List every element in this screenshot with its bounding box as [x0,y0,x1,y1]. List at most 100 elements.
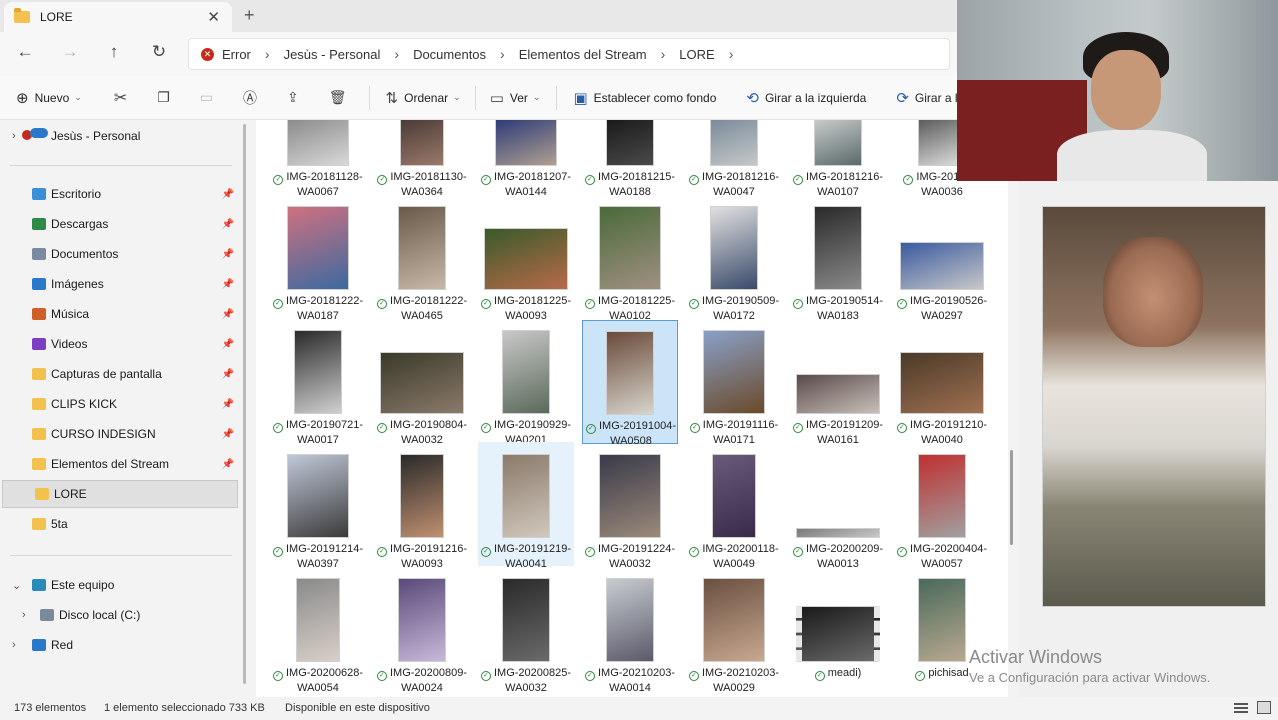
file-item[interactable]: ✓ IMG-20190721- WA0017 [270,320,366,446]
file-item[interactable]: ✓ IMG-20190804- WA0032 [374,320,470,446]
image-thumbnail [287,120,349,166]
file-item[interactable]: ✓ IMG-20191209- WA0161 [790,320,886,446]
rotate-right-button[interactable]: ⟳ Girar a la [896,89,964,107]
chevron-right-icon[interactable]: › [22,609,26,621]
sidebar-item-label: Capturas de pantalla [51,367,162,381]
file-item[interactable]: ✓ IMG-20181216- WA0047 [686,120,782,198]
details-view-icon[interactable] [1234,701,1248,714]
grid-scrollbar[interactable] [1010,450,1013,545]
breadcrumb-separator[interactable]: › [265,46,270,62]
file-name: ✓ IMG-20181130- WA0364 [374,170,470,199]
file-item[interactable]: ✓ IMG-20200118- WA0049 [686,442,782,570]
sort-button-label: Ordenar [404,90,449,105]
view-button[interactable]: ▭ Ver ⌄ [490,89,541,107]
file-item[interactable]: ✓ IMG-20200209- WA0013 [790,442,886,570]
sidebar-item-this-pc[interactable]: ⌄ Este equipo [0,571,238,599]
share-icon[interactable]: ⇪ [287,89,299,106]
file-item[interactable]: ✓ IMG-20190509- WA0172 [686,198,782,322]
sidebar-item-m-sica[interactable]: Música 📌 [0,300,238,328]
file-item[interactable]: ✓ IMG-20191210- WA0040 [894,320,990,446]
file-item[interactable]: ✓ IMG-20200809- WA0024 [374,566,470,694]
file-name: ✓ IMG-20200628- WA0054 [270,666,366,695]
breadcrumb-documentos[interactable]: Documentos [413,47,486,62]
address-bar[interactable]: ✕ Error › Jesùs - Personal › Documentos … [188,38,950,70]
sidebar-item-network[interactable]: › Red [0,631,238,659]
file-item[interactable]: ✓ IMG-20181130- WA0364 [374,120,470,198]
new-button[interactable]: ⊕ Nuevo ⌄ [16,89,82,107]
sidebar-item-account[interactable]: › Jesùs - Personal [0,122,238,150]
breadcrumb-personal[interactable]: Jesùs - Personal [284,47,381,62]
chevron-down-icon[interactable]: ⌄ [12,579,21,592]
file-item[interactable]: ✓ IMG-20191214- WA0397 [270,442,366,570]
sidebar-item-lore[interactable]: LORE [2,480,238,508]
back-button[interactable]: ← [14,42,36,62]
sidebar-item-documentos[interactable]: Documentos 📌 [0,240,238,268]
copy-icon[interactable]: ❐ [157,89,170,106]
forward-button[interactable]: → [59,42,81,62]
thumbnail-view-icon[interactable] [1257,701,1271,714]
file-item[interactable]: ✓ IMG-20181207- WA0144 [478,120,574,198]
sidebar-item-escritorio[interactable]: Escritorio 📌 [0,180,238,208]
sidebar-item-videos[interactable]: Videos 📌 [0,330,238,358]
file-item[interactable]: ✓ IMG-20191004- WA0508 [582,320,678,447]
close-tab-icon[interactable]: ✕ [207,8,220,26]
file-item[interactable]: ✓ IMG-20190929- WA0201 [478,320,574,446]
file-item[interactable]: ✓ IMG-20191224- WA0032 [582,442,678,570]
paste-icon[interactable]: ▭ [200,89,213,106]
file-name: ✓ IMG-20181215- WA0188 [582,170,678,199]
breadcrumb-separator[interactable]: › [394,46,399,62]
tab-lore[interactable]: LORE ✕ [4,2,232,32]
file-item[interactable]: ✓ IMG-20181225- WA0102 [582,198,678,322]
file-item[interactable]: ✓ IMG-20190526- WA0297 [894,198,990,322]
breadcrumb-separator[interactable]: › [661,46,666,62]
breadcrumb-separator[interactable]: › [729,46,734,62]
breadcrumb-separator[interactable]: › [500,46,505,62]
rotate-left-button[interactable]: ⟲ Girar a la izquierda [746,89,866,107]
cloud-icon [30,128,48,138]
breadcrumb-error[interactable]: Error [222,47,251,62]
file-item[interactable]: ✓ IMG-20181225- WA0093 [478,198,574,322]
refresh-button[interactable]: ↻ [148,42,170,62]
delete-icon[interactable]: 🗑 [329,89,347,106]
sidebar-item-capturas-de-pantalla[interactable]: Capturas de pantalla 📌 [0,360,238,388]
chevron-right-icon[interactable]: › [12,639,16,651]
file-item[interactable]: ✓ IMG-20200825- WA0032 [478,566,574,694]
file-item[interactable]: ✓ meadi) [790,566,886,690]
webcam-overlay [957,0,1278,181]
file-item[interactable]: ✓ IMG-20181128- WA0067 [270,120,366,198]
file-name-line1: IMG-20190514- [805,295,884,307]
sidebar-item-clips-kick[interactable]: CLIPS KICK 📌 [0,390,238,418]
file-item[interactable]: ✓ IMG-20181222- WA0187 [270,198,366,322]
sync-status-icon: ✓ [376,671,387,681]
file-item[interactable]: ✓ IMG-20190514- WA0183 [790,198,886,322]
file-item[interactable]: ✓ IMG-20181216- WA0107 [790,120,886,198]
file-item[interactable]: ✓ IMG-20210203- WA0014 [582,566,678,694]
sync-status-icon: ✓ [896,547,907,557]
file-item[interactable]: ✓ IMG-20191219- WA0041 [478,442,574,570]
preview-subject [1103,237,1203,347]
new-tab-button[interactable]: + [244,5,255,26]
chevron-right-icon[interactable]: › [12,130,16,142]
sidebar-item-local-disk[interactable]: › Disco local (C:) [0,601,238,629]
cut-icon[interactable]: ✂ [114,88,127,108]
sidebar-scrollbar[interactable] [243,124,246,684]
sidebar-item-5ta[interactable]: 5ta [0,510,238,538]
file-item[interactable]: ✓ IMG-20200628- WA0054 [270,566,366,694]
file-name-line1: IMG-20191004- [598,420,677,432]
sidebar-item-descargas[interactable]: Descargas 📌 [0,210,238,238]
breadcrumb-stream[interactable]: Elementos del Stream [519,47,647,62]
file-item[interactable]: ✓ IMG-20200404- WA0057 [894,442,990,570]
file-item[interactable]: ✓ IMG-20181222- WA0465 [374,198,470,322]
up-button[interactable]: ↑ [103,42,125,62]
sidebar-item-im-genes[interactable]: Imágenes 📌 [0,270,238,298]
breadcrumb-lore[interactable]: LORE [679,47,714,62]
set-background-button[interactable]: ▣ Establecer como fondo [573,89,716,107]
file-item[interactable]: ✓ IMG-20181215- WA0188 [582,120,678,198]
sidebar-item-curso-indesign[interactable]: CURSO INDESIGN 📌 [0,420,238,448]
rename-icon[interactable]: Ⓐ [243,88,257,108]
file-item[interactable]: ✓ IMG-20191216- WA0093 [374,442,470,570]
file-item[interactable]: ✓ IMG-20210203- WA0029 [686,566,782,694]
sidebar-item-elementos-del-stream[interactable]: Elementos del Stream 📌 [0,450,238,478]
file-item[interactable]: ✓ IMG-20191116- WA0171 [686,320,782,446]
sort-button[interactable]: ⇅ Ordenar ⌄ [386,89,461,107]
